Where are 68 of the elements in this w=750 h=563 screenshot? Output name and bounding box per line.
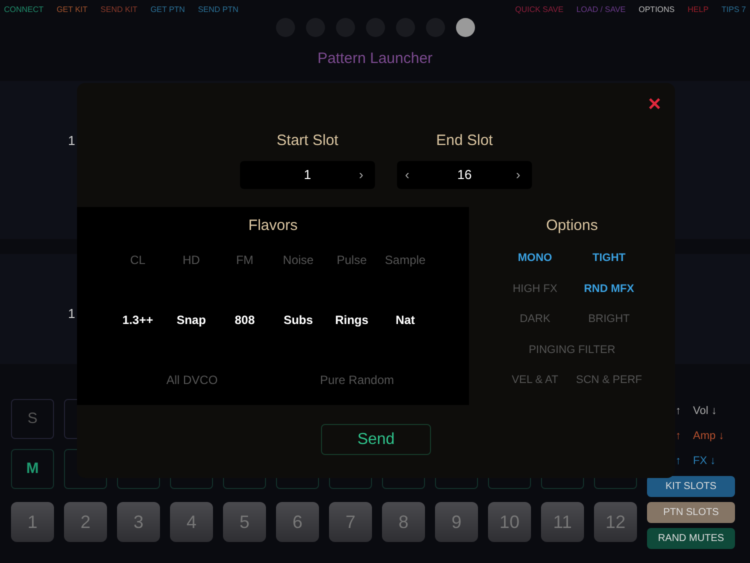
option-toggle[interactable]: SCN & PERF: [576, 372, 642, 388]
level-down-label[interactable]: Vol ↓: [685, 402, 717, 420]
slot-mode-button[interactable]: RAND MUTES: [647, 528, 735, 549]
pad-button[interactable]: 5: [223, 502, 266, 542]
top-menu-link[interactable]: LOAD / SAVE: [576, 4, 626, 18]
options-title: Options: [546, 216, 598, 236]
pad-button[interactable]: 7: [329, 502, 372, 542]
option-toggle[interactable]: DARK: [502, 311, 568, 328]
flavor-toggle[interactable]: 808: [234, 311, 255, 329]
next-arrow[interactable]: ›: [358, 164, 367, 184]
solo-button[interactable]: S: [11, 399, 54, 439]
previous-arrow[interactable]: ‹: [405, 164, 413, 184]
slot-mode-button[interactable]: PTN SLOTS: [647, 502, 735, 523]
level-down-label[interactable]: Amp ↓: [685, 428, 724, 444]
top-menu-link[interactable]: SEND KIT: [100, 4, 138, 18]
option-toggle[interactable]: MONO: [502, 250, 568, 266]
pad-button[interactable]: 10: [488, 502, 531, 542]
option-toggle[interactable]: BRIGHT: [576, 311, 642, 328]
pad-button[interactable]: 8: [382, 502, 425, 542]
flavors-title: Flavors: [248, 216, 298, 236]
pad-button[interactable]: 11: [541, 502, 584, 542]
send-button[interactable]: Send: [321, 424, 431, 455]
top-menu-link[interactable]: TIPS 7: [722, 4, 746, 18]
flavor-toggle[interactable]: Nat: [396, 311, 415, 329]
flavor-toggle[interactable]: 1.3++: [122, 311, 154, 329]
track-number: 1: [68, 132, 76, 150]
slot-mode-button[interactable]: KIT SLOTS: [647, 476, 735, 497]
top-menu-link[interactable]: OPTIONS: [638, 4, 675, 18]
flavor-toggle[interactable]: CL: [130, 251, 146, 269]
flavor-toggle[interactable]: FM: [236, 251, 254, 269]
slot-value: 1: [304, 166, 312, 184]
top-menu-link[interactable]: GET PTN: [150, 4, 185, 18]
top-menu-link[interactable]: GET KIT: [56, 4, 88, 18]
flavor-toggle[interactable]: Sample: [384, 251, 426, 269]
top-menu-link[interactable]: SEND PTN: [198, 4, 238, 18]
level-down-label[interactable]: FX ↓: [685, 452, 716, 470]
top-menu-link[interactable]: CONNECT: [4, 4, 44, 18]
option-toggle[interactable]: RND MFX: [576, 280, 642, 297]
flavor-toggle[interactable]: Snap: [176, 311, 206, 329]
track-number: 1: [68, 305, 76, 323]
pad-button[interactable]: 2: [64, 502, 107, 542]
option-toggle[interactable]: VEL & AT: [502, 372, 568, 388]
flavor-toggle[interactable]: Noise: [282, 251, 314, 269]
slot-label: End Slot: [436, 131, 493, 151]
flavor-toggle[interactable]: HD: [182, 251, 200, 269]
flavor-toggle[interactable]: Rings: [335, 311, 368, 329]
flavor-toggle[interactable]: Pure Random: [302, 371, 412, 389]
slot-stepper[interactable]: ‹ 16 ›: [397, 160, 532, 188]
slot-stepper[interactable]: 1 ›: [240, 160, 375, 188]
option-toggle[interactable]: TIGHT: [576, 250, 642, 266]
option-toggle[interactable]: HIGH FX: [502, 280, 568, 297]
pad-button[interactable]: 1: [11, 502, 54, 542]
slot-value: 16: [457, 166, 472, 184]
pad-button[interactable]: 6: [276, 502, 319, 542]
next-arrow[interactable]: ›: [516, 164, 524, 184]
flavor-toggle[interactable]: Subs: [284, 311, 313, 329]
flavor-toggle[interactable]: Pulse: [336, 251, 367, 269]
page-title: Pattern Launcher: [317, 49, 433, 69]
top-menu-link[interactable]: HELP: [688, 4, 709, 18]
top-menu-link[interactable]: QUICK SAVE: [515, 4, 564, 18]
pad-button[interactable]: 3: [117, 502, 160, 542]
flavor-toggle[interactable]: All DVCO: [132, 371, 252, 389]
mute-button[interactable]: M: [11, 449, 54, 489]
pad-button[interactable]: 4: [170, 502, 213, 542]
pad-button[interactable]: 12: [594, 502, 637, 542]
pad-button[interactable]: 9: [435, 502, 478, 542]
slot-label: Start Slot: [276, 131, 338, 151]
option-toggle[interactable]: PINGING FILTER: [528, 342, 616, 358]
